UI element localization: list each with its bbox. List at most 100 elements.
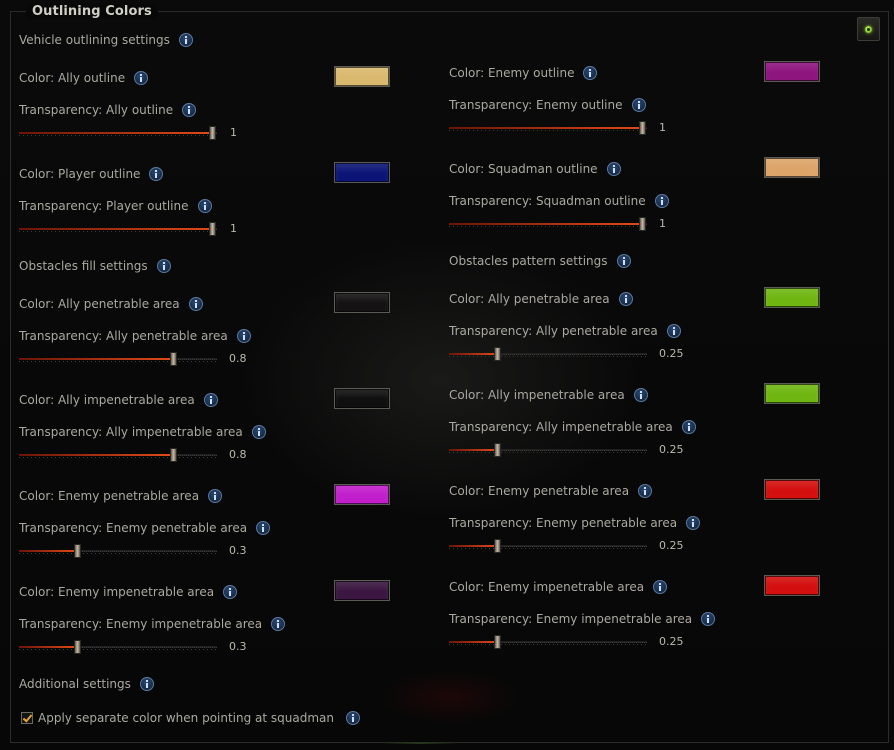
color-label: Color: Squadman outline: [449, 162, 598, 176]
info-icon[interactable]: [197, 199, 212, 213]
info-icon[interactable]: [182, 103, 197, 117]
apply-separate-color-option[interactable]: Apply separate color when pointing at sq…: [21, 711, 361, 725]
color-swatch-left-ally[interactable]: [334, 66, 390, 87]
color-swatch-left-ally-impen[interactable]: [334, 388, 390, 409]
info-icon[interactable]: [134, 71, 149, 85]
slider-fill: [449, 223, 642, 225]
color-row-left-enemy-pen: Color: Enemy penetrable area: [19, 489, 223, 503]
transparency-row-left-enemy-pen: Transparency: Enemy penetrable area: [19, 521, 271, 535]
slider-fill: [19, 454, 173, 456]
info-icon[interactable]: [223, 585, 238, 599]
info-icon[interactable]: [583, 66, 598, 80]
transparency-row-left-ally-impen: Transparency: Ally impenetrable area: [19, 425, 266, 439]
slider-ticks: [449, 644, 647, 645]
info-icon[interactable]: [606, 162, 621, 176]
slider-ticks: [449, 226, 647, 227]
info-icon[interactable]: [236, 329, 251, 343]
info-icon[interactable]: [271, 617, 286, 631]
slider-value: 1: [230, 126, 237, 139]
color-swatch-left-enemy-pen[interactable]: [334, 484, 390, 505]
transparency-slider-right-squadman[interactable]: [449, 217, 647, 231]
info-icon[interactable]: [149, 167, 164, 181]
info-icon[interactable]: [178, 33, 193, 47]
slider-fill: [19, 228, 212, 230]
info-icon[interactable]: [139, 677, 154, 691]
apply-separate-color-checkbox[interactable]: [21, 712, 33, 724]
info-icon[interactable]: [346, 711, 361, 725]
transparency-slider-left-ally[interactable]: [19, 126, 217, 140]
slider-thumb[interactable]: [494, 347, 501, 361]
transparency-row-right-enemy-impen: Transparency: Enemy impenetrable area: [449, 612, 716, 626]
transparency-slider-right-enemy-impen[interactable]: [449, 635, 647, 649]
info-icon[interactable]: [616, 254, 631, 268]
slider-thumb[interactable]: [494, 443, 501, 457]
transparency-slider-right-enemy[interactable]: [449, 121, 647, 135]
color-row-left-ally-impen: Color: Ally impenetrable area: [19, 393, 218, 407]
slider-value: 0.25: [659, 539, 684, 552]
transparency-slider-right-ally-pen[interactable]: [449, 347, 647, 361]
info-icon[interactable]: [686, 516, 701, 530]
slider-value: 1: [659, 121, 666, 134]
color-label: Color: Ally penetrable area: [19, 297, 180, 311]
settings-toggle-button[interactable]: [857, 17, 880, 41]
color-label: Color: Ally penetrable area: [449, 292, 610, 306]
slider-thumb[interactable]: [639, 121, 646, 135]
color-row-right-ally-pen: Color: Ally penetrable area: [449, 292, 633, 306]
info-icon[interactable]: [203, 393, 218, 407]
slider-value: 0.8: [229, 448, 247, 461]
info-icon[interactable]: [701, 612, 716, 626]
info-icon[interactable]: [638, 484, 653, 498]
transparency-slider-right-enemy-pen[interactable]: [449, 539, 647, 553]
color-swatch-right-ally-pen[interactable]: [764, 287, 820, 308]
info-icon[interactable]: [654, 194, 669, 208]
info-icon[interactable]: [251, 425, 266, 439]
info-icon[interactable]: [633, 388, 648, 402]
color-label: Color: Enemy impenetrable area: [449, 580, 645, 594]
slider-thumb[interactable]: [209, 126, 216, 140]
slider-thumb[interactable]: [494, 635, 501, 649]
slider-thumb[interactable]: [494, 539, 501, 553]
color-swatch-left-player[interactable]: [334, 162, 390, 183]
obstacles-pattern-header: Obstacles pattern settings: [449, 254, 631, 268]
transparency-label: Transparency: Ally impenetrable area: [19, 425, 243, 439]
info-icon[interactable]: [188, 297, 203, 311]
color-swatch-left-ally-pen[interactable]: [334, 292, 390, 313]
info-icon[interactable]: [653, 580, 668, 594]
transparency-slider-left-player[interactable]: [19, 222, 217, 236]
color-label: Color: Ally outline: [19, 71, 126, 85]
transparency-slider-left-ally-impen[interactable]: [19, 448, 217, 462]
color-row-left-player: Color: Player outline: [19, 167, 164, 181]
color-swatch-right-ally-impen[interactable]: [764, 383, 820, 404]
slider-thumb[interactable]: [74, 544, 81, 558]
color-swatch-right-enemy-pen[interactable]: [764, 479, 820, 500]
color-swatch-right-enemy[interactable]: [764, 61, 820, 82]
transparency-label: Transparency: Ally penetrable area: [449, 324, 658, 338]
slider-thumb[interactable]: [170, 352, 177, 366]
transparency-slider-left-enemy-impen[interactable]: [19, 640, 217, 654]
color-row-left-ally: Color: Ally outline: [19, 71, 149, 85]
info-icon[interactable]: [256, 521, 271, 535]
color-label: Color: Enemy penetrable area: [19, 489, 200, 503]
info-icon[interactable]: [631, 98, 646, 112]
transparency-label: Transparency: Enemy penetrable area: [19, 521, 248, 535]
vehicle-outlining-header: Vehicle outlining settings: [19, 33, 193, 47]
transparency-slider-left-enemy-pen[interactable]: [19, 544, 217, 558]
slider-thumb[interactable]: [639, 217, 646, 231]
slider-value: 0.25: [659, 443, 684, 456]
color-swatch-right-squadman[interactable]: [764, 157, 820, 178]
info-icon[interactable]: [618, 292, 633, 306]
settings-toggle-icon: [865, 26, 872, 33]
transparency-slider-left-ally-pen[interactable]: [19, 352, 217, 366]
color-swatch-right-enemy-impen[interactable]: [764, 575, 820, 596]
slider-thumb[interactable]: [74, 640, 81, 654]
group-title: Outlining Colors: [26, 4, 158, 19]
info-icon[interactable]: [666, 324, 681, 338]
slider-fill: [19, 646, 77, 648]
info-icon[interactable]: [681, 420, 696, 434]
slider-thumb[interactable]: [170, 448, 177, 462]
transparency-slider-right-ally-impen[interactable]: [449, 443, 647, 457]
color-swatch-left-enemy-impen[interactable]: [334, 580, 390, 601]
info-icon[interactable]: [156, 259, 171, 273]
slider-thumb[interactable]: [209, 222, 216, 236]
info-icon[interactable]: [208, 489, 223, 503]
